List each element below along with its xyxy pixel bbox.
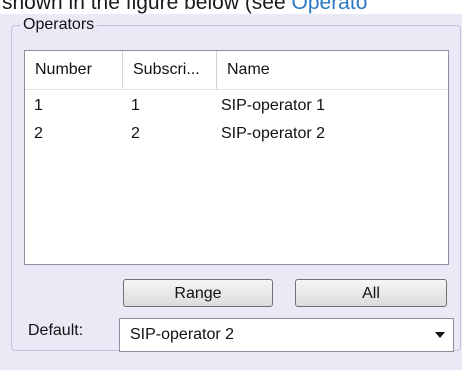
default-operator-value: SIP-operator 2	[130, 326, 235, 343]
operators-list[interactable]: Number Subscri... Name 1 1 SIP-operator …	[24, 50, 449, 265]
chevron-down-icon[interactable]	[435, 332, 445, 338]
range-button[interactable]: Range	[123, 279, 273, 307]
table-row[interactable]: 2 2 SIP-operator 2	[25, 120, 448, 148]
cell-name: SIP-operator 1	[221, 97, 326, 114]
cell-subscriber: 2	[131, 125, 140, 142]
column-header-subscriber[interactable]: Subscri...	[123, 51, 217, 89]
operators-link[interactable]: Operato	[292, 0, 368, 14]
operators-group-label: Operators	[20, 16, 98, 34]
cell-name: SIP-operator 2	[221, 125, 326, 142]
default-operator-select[interactable]: SIP-operator 2	[119, 318, 454, 352]
cell-subscriber: 1	[131, 97, 140, 114]
table-row[interactable]: 1 1 SIP-operator 1	[25, 92, 448, 120]
cell-number: 1	[34, 97, 43, 114]
all-button[interactable]: All	[295, 279, 447, 307]
list-header: Number Subscri... Name	[25, 51, 448, 90]
column-header-name[interactable]: Name	[217, 51, 448, 89]
column-header-number[interactable]: Number	[25, 51, 123, 89]
default-label: Default:	[28, 322, 84, 339]
cell-number: 2	[34, 125, 43, 142]
doc-caption: shown in the figure below (see Operato	[2, 0, 367, 15]
doc-caption-text: shown in the figure below (see	[2, 0, 292, 14]
